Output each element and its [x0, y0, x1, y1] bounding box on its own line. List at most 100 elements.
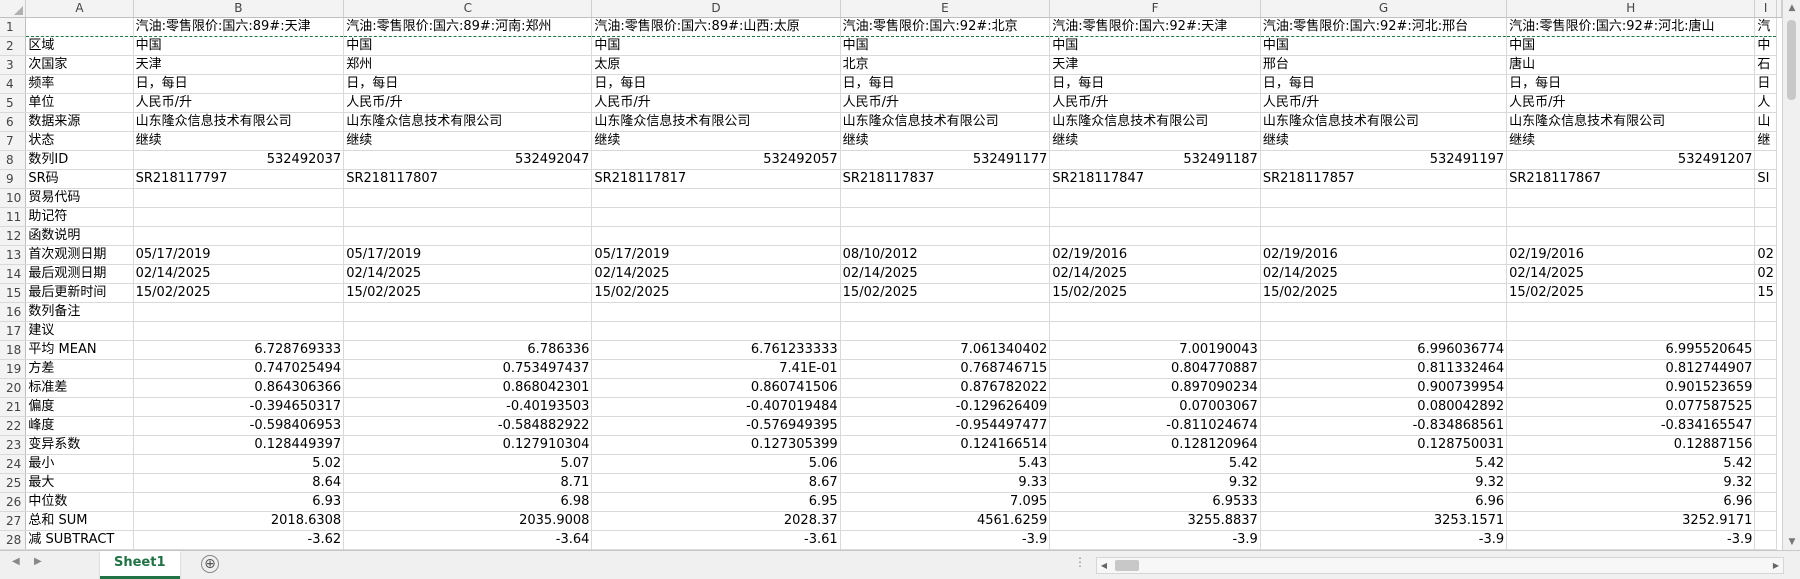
data-cell[interactable]: 02 — [1754, 245, 1777, 265]
row-label-cell[interactable]: SR码 — [25, 169, 134, 189]
data-cell[interactable]: 3252.9171 — [1506, 511, 1756, 531]
data-cell[interactable]: -3.64 — [343, 530, 593, 550]
row-label-cell[interactable]: 最小 — [25, 454, 134, 474]
data-cell[interactable]: -3.9 — [1260, 530, 1508, 550]
data-cell[interactable]: SI — [1754, 169, 1777, 189]
data-cell[interactable]: 人民币/升 — [1506, 93, 1756, 113]
data-cell[interactable] — [1754, 397, 1777, 417]
data-cell[interactable]: 汽 — [1754, 17, 1777, 37]
data-cell[interactable] — [1506, 321, 1756, 341]
data-cell[interactable] — [840, 226, 1051, 246]
data-cell[interactable] — [1260, 188, 1508, 208]
data-cell[interactable]: 0.128120964 — [1049, 435, 1261, 455]
data-cell[interactable]: 532491177 — [840, 150, 1051, 170]
data-cell[interactable]: 02/19/2016 — [1260, 245, 1508, 265]
row-header[interactable]: 4 — [0, 74, 27, 94]
data-cell[interactable]: -0.394650317 — [133, 397, 345, 417]
data-cell[interactable] — [1754, 435, 1777, 455]
row-header[interactable]: 12 — [0, 226, 27, 246]
data-cell[interactable]: 人民币/升 — [343, 93, 593, 113]
data-cell[interactable] — [1754, 302, 1777, 322]
scroll-left-icon[interactable]: ◀ — [1097, 558, 1111, 573]
data-cell[interactable]: 3255.8837 — [1049, 511, 1261, 531]
data-cell[interactable] — [1049, 188, 1261, 208]
data-cell[interactable] — [1049, 321, 1261, 341]
data-cell[interactable] — [1754, 530, 1777, 550]
data-cell[interactable] — [1260, 207, 1508, 227]
data-cell[interactable]: 15/02/2025 — [591, 283, 841, 303]
data-cell[interactable]: 山东隆众信息技术有限公司 — [591, 112, 841, 132]
data-cell[interactable] — [1049, 207, 1261, 227]
row-header[interactable]: 15 — [0, 283, 27, 303]
data-cell[interactable]: 继续 — [1260, 131, 1508, 151]
column-header-c[interactable]: C — [343, 0, 593, 18]
data-cell[interactable] — [343, 207, 593, 227]
data-cell[interactable]: 中 — [1754, 36, 1777, 56]
column-header-h[interactable]: H — [1506, 0, 1756, 18]
data-cell[interactable]: 0.128449397 — [133, 435, 345, 455]
row-header[interactable]: 16 — [0, 302, 27, 322]
data-cell[interactable]: 日，每日 — [133, 74, 345, 94]
data-cell[interactable]: 08/10/2012 — [840, 245, 1051, 265]
data-cell[interactable] — [133, 207, 345, 227]
data-cell[interactable]: 中国 — [1260, 36, 1508, 56]
data-cell[interactable]: 0.07003067 — [1049, 397, 1261, 417]
data-cell[interactable]: 汽油:零售限价:国六:89#:河南:郑州 — [343, 17, 593, 37]
data-cell[interactable]: 中国 — [1049, 36, 1261, 56]
sheet-tab-sheet1[interactable]: Sheet1 — [100, 551, 180, 579]
row-header[interactable]: 8 — [0, 150, 27, 170]
data-cell[interactable]: 7.095 — [840, 492, 1051, 512]
scroll-down-icon[interactable]: ▼ — [1783, 534, 1800, 550]
data-cell[interactable]: 0.876782022 — [840, 378, 1051, 398]
data-cell[interactable]: -0.407019484 — [591, 397, 841, 417]
row-header[interactable]: 3 — [0, 55, 27, 75]
data-cell[interactable]: 15/02/2025 — [1506, 283, 1756, 303]
data-cell[interactable] — [133, 302, 345, 322]
row-header[interactable]: 21 — [0, 397, 27, 417]
data-cell[interactable]: 邢台 — [1260, 55, 1508, 75]
data-cell[interactable]: 6.996036774 — [1260, 340, 1508, 360]
column-header-d[interactable]: D — [591, 0, 841, 18]
row-header[interactable]: 19 — [0, 359, 27, 379]
data-cell[interactable]: 15/02/2025 — [840, 283, 1051, 303]
data-cell[interactable]: 0.080042892 — [1260, 397, 1508, 417]
row-label-cell[interactable]: 偏度 — [25, 397, 134, 417]
data-cell[interactable]: 继 — [1754, 131, 1777, 151]
row-header[interactable]: 18 — [0, 340, 27, 360]
row-label-cell[interactable]: 数列ID — [25, 150, 134, 170]
data-cell[interactable]: 唐山 — [1506, 55, 1756, 75]
data-cell[interactable] — [1754, 188, 1777, 208]
data-cell[interactable]: 0.860741506 — [591, 378, 841, 398]
data-cell[interactable]: 9.32 — [1049, 473, 1261, 493]
data-cell[interactable]: 6.93 — [133, 492, 345, 512]
data-cell[interactable]: SR218117857 — [1260, 169, 1508, 189]
data-cell[interactable]: -3.9 — [1506, 530, 1756, 550]
data-cell[interactable]: 石 — [1754, 55, 1777, 75]
row-header[interactable]: 24 — [0, 454, 27, 474]
data-cell[interactable]: 日，每日 — [1506, 74, 1756, 94]
row-label-cell[interactable]: 平均 MEAN — [25, 340, 134, 360]
data-cell[interactable]: 人民币/升 — [591, 93, 841, 113]
data-cell[interactable]: 郑州 — [343, 55, 593, 75]
row-label-cell[interactable]: 减 SUBTRACT — [25, 530, 134, 550]
data-cell[interactable] — [591, 226, 841, 246]
data-cell[interactable]: 5.06 — [591, 454, 841, 474]
data-cell[interactable] — [1754, 492, 1777, 512]
data-cell[interactable]: 02/14/2025 — [343, 264, 593, 284]
data-cell[interactable]: 2028.37 — [591, 511, 841, 531]
data-cell[interactable] — [1754, 340, 1777, 360]
data-cell[interactable] — [1506, 302, 1756, 322]
data-cell[interactable]: 6.96 — [1506, 492, 1756, 512]
data-cell[interactable]: 6.9533 — [1049, 492, 1261, 512]
data-cell[interactable]: 继续 — [133, 131, 345, 151]
data-cell[interactable]: 8.67 — [591, 473, 841, 493]
data-cell[interactable]: 15/02/2025 — [1260, 283, 1508, 303]
data-cell[interactable]: 02/14/2025 — [591, 264, 841, 284]
data-cell[interactable]: 4561.6259 — [840, 511, 1051, 531]
data-cell[interactable]: 15/02/2025 — [1049, 283, 1261, 303]
row-header[interactable]: 23 — [0, 435, 27, 455]
data-cell[interactable]: 人民币/升 — [1049, 93, 1261, 113]
data-cell[interactable]: 日，每日 — [343, 74, 593, 94]
data-cell[interactable]: 继续 — [343, 131, 593, 151]
row-label-cell[interactable]: 贸易代码 — [25, 188, 134, 208]
